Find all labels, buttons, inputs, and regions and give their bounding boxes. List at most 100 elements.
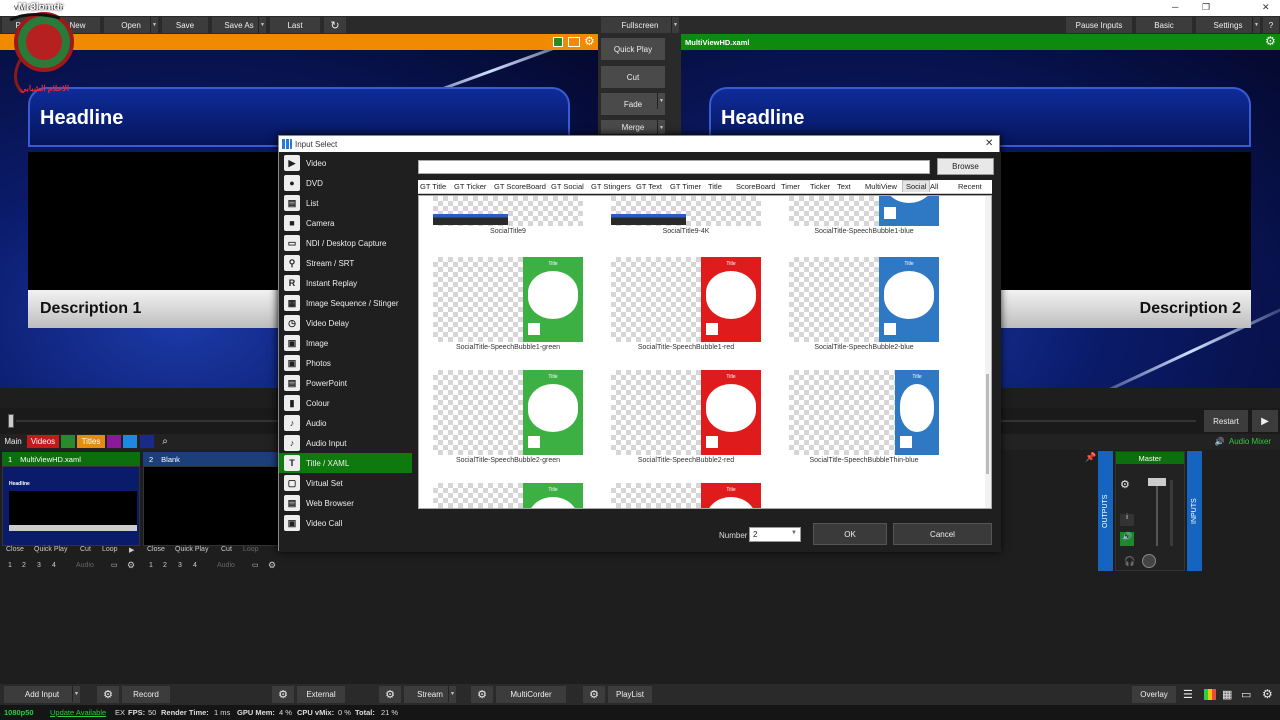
filter-tab[interactable]: GT Text — [636, 182, 662, 191]
play-button[interactable]: ▶ — [1252, 410, 1278, 432]
minimize-button[interactable]: ─ — [1172, 2, 1178, 12]
gear-icon[interactable]: ⚙ — [268, 560, 276, 571]
monitor-icon[interactable]: ▭ — [1241, 688, 1251, 701]
cut-button[interactable]: Cut — [80, 546, 91, 553]
gear-icon[interactable]: ⚙ — [127, 560, 135, 571]
category-item[interactable]: ⚲ Stream / SRT — [279, 253, 412, 273]
preview-layout-icon[interactable] — [568, 37, 580, 47]
close-button[interactable]: Close — [6, 546, 24, 553]
category-item[interactable]: ▶ Video — [279, 153, 412, 173]
chevron-down-icon[interactable]: ▼ — [671, 17, 679, 33]
category-item[interactable]: ▤ Web Browser — [279, 493, 412, 513]
category-item[interactable]: ▣ Photos — [279, 353, 412, 373]
search-input[interactable] — [418, 160, 930, 174]
category-item[interactable]: T Title / XAML — [279, 453, 412, 473]
play-icon[interactable]: ▶ — [129, 546, 134, 554]
search-icon[interactable]: ⌕ — [158, 435, 172, 448]
category-item[interactable]: ● DVD — [279, 173, 412, 193]
gear-icon[interactable]: ⚙ — [583, 686, 605, 703]
outputs-label[interactable]: OUTPUTS — [1098, 451, 1113, 571]
filter-tab[interactable]: GT Ticker — [454, 182, 486, 191]
master-fader[interactable] — [1148, 478, 1166, 486]
input-2-header[interactable]: 2 Blank — [143, 452, 281, 466]
restart-button[interactable]: Restart — [1204, 410, 1248, 432]
save-as-button[interactable]: Save As ▼ — [212, 17, 266, 33]
audio-mixer-button[interactable]: 🔊 Audio Mixer — [1208, 435, 1278, 448]
multicorder-button[interactable]: MultiCorder — [496, 686, 566, 703]
overlay-3-button[interactable]: 3 — [178, 562, 182, 569]
vertical-scrollbar[interactable] — [985, 196, 991, 508]
input-1-thumbnail[interactable]: Headline — [2, 466, 140, 546]
cut-button[interactable]: Cut — [221, 546, 232, 553]
update-link[interactable]: Update Available — [50, 708, 106, 717]
template-thumbnail[interactable]: Title — [789, 196, 939, 226]
filter-tab[interactable]: GT Timer — [670, 182, 701, 191]
pin-icon[interactable]: 📌 — [1085, 452, 1096, 463]
list-view-icon[interactable]: ☰ — [1183, 688, 1193, 701]
headphones-icon[interactable]: 🎧 — [1124, 556, 1135, 567]
template-thumbnail[interactable]: Title — [433, 483, 583, 508]
quick-play-button[interactable]: Quick Play — [34, 546, 67, 553]
chevron-down-icon[interactable]: ▼ — [150, 17, 158, 33]
playlist-button[interactable]: PlayList — [608, 686, 652, 703]
overlay-4-button[interactable]: 4 — [52, 562, 56, 569]
gear-icon[interactable]: ⚙ — [1120, 478, 1130, 491]
preview-green-icon[interactable] — [553, 37, 563, 47]
maximize-button[interactable]: ❐ — [1202, 2, 1210, 13]
tab-titles[interactable]: Titles — [77, 435, 105, 448]
cut-button[interactable]: Cut — [601, 66, 665, 88]
add-input-button[interactable]: Add Input ▼ — [4, 686, 80, 703]
overlay-3-button[interactable]: 3 — [37, 562, 41, 569]
chevron-down-icon[interactable]: ▼ — [657, 93, 665, 109]
category-item[interactable]: ▭ NDI / Desktop Capture — [279, 233, 412, 253]
chevron-down-icon[interactable]: ▼ — [1252, 17, 1260, 33]
fade-button[interactable]: Fade ▼ — [601, 93, 665, 115]
quick-play-button[interactable]: Quick Play — [601, 38, 665, 60]
input-1-header[interactable]: 1 MultiViewHD.xaml — [2, 452, 140, 466]
tab-color-blue[interactable] — [123, 435, 137, 448]
scrub-handle[interactable] — [8, 414, 14, 428]
template-thumbnail[interactable]: Title — [789, 370, 939, 455]
filter-tab[interactable]: GT Social — [551, 182, 584, 191]
volume-knob[interactable] — [1142, 554, 1156, 568]
tab-color-navy[interactable] — [140, 435, 154, 448]
pause-inputs-button[interactable]: Pause Inputs — [1066, 17, 1132, 33]
stream-button[interactable]: Stream ▼ — [404, 686, 456, 703]
category-item[interactable]: ▣ Video Call — [279, 513, 412, 533]
filter-tab[interactable]: Timer — [781, 182, 800, 191]
filter-tab[interactable]: GT Title — [420, 182, 446, 191]
grid-view-icon[interactable]: ▦ — [1222, 688, 1232, 701]
gear-icon[interactable]: ⚙ — [379, 686, 401, 703]
filter-tab[interactable]: Title — [708, 182, 722, 191]
close-window-button[interactable]: ✕ — [1262, 2, 1270, 13]
filter-tab[interactable]: MultiView — [865, 182, 897, 191]
gear-icon[interactable]: ⚙ — [272, 686, 294, 703]
template-thumbnail[interactable]: Title — [433, 370, 583, 455]
filter-tab[interactable]: Recent — [958, 182, 982, 191]
category-item[interactable]: ▮ Colour — [279, 393, 412, 413]
template-thumbnail[interactable]: Title — [433, 257, 583, 342]
speaker-icon[interactable]: 🔊 — [1120, 532, 1134, 546]
chevron-down-icon[interactable]: ▼ — [791, 530, 797, 536]
save-button[interactable]: Save — [162, 17, 208, 33]
merge-button[interactable]: Merge ▼ — [601, 120, 665, 136]
filter-tab[interactable]: Social — [902, 180, 931, 192]
gear-icon[interactable]: ⚙ — [1262, 687, 1273, 701]
external-button[interactable]: External — [297, 686, 345, 703]
category-item[interactable]: R Instant Replay — [279, 273, 412, 293]
gear-icon[interactable]: ⚙ — [97, 686, 119, 703]
gear-icon[interactable]: ⚙ — [471, 686, 493, 703]
cancel-button[interactable]: Cancel — [893, 523, 992, 545]
filter-tab[interactable]: Text — [837, 182, 851, 191]
tab-color-green[interactable] — [61, 435, 75, 448]
filter-tab[interactable]: All — [930, 182, 938, 191]
audio-button[interactable]: Audio — [217, 562, 235, 569]
close-button[interactable]: Close — [147, 546, 165, 553]
input-2-thumbnail[interactable] — [143, 466, 281, 546]
browse-button[interactable]: Browse — [937, 158, 994, 175]
monitor-icon[interactable]: ▭ — [111, 561, 118, 569]
refresh-icon[interactable]: ↻ — [324, 17, 346, 33]
basic-button[interactable]: Basic — [1136, 17, 1192, 33]
number-select[interactable]: 2 ▼ — [749, 527, 801, 542]
tab-color-purple[interactable] — [107, 435, 121, 448]
